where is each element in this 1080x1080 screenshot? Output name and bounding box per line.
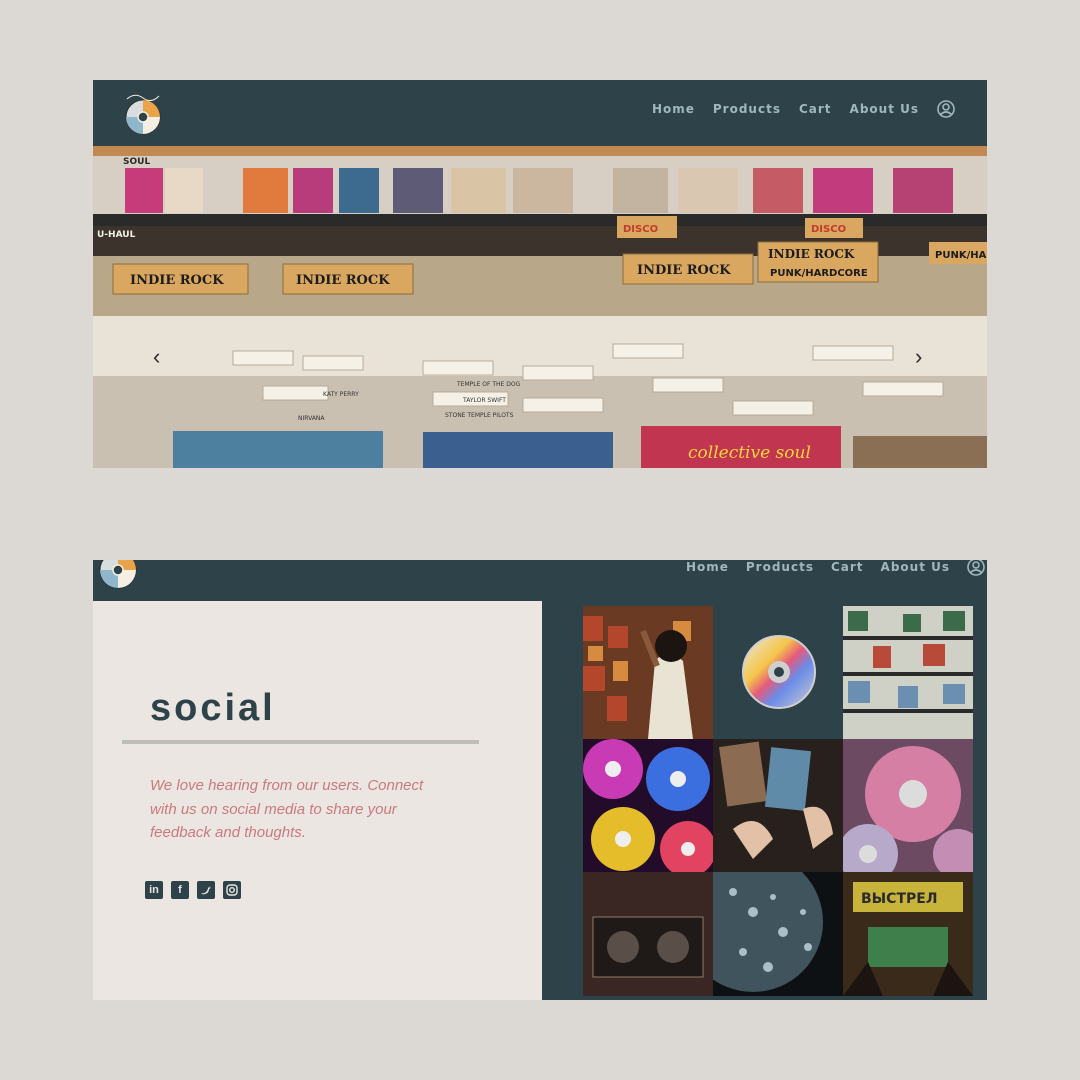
- gallery-tile-record-shelves[interactable]: [843, 606, 973, 739]
- sign-indie-rock-3: INDIE ROCK: [637, 263, 731, 278]
- title-divider: [122, 740, 479, 744]
- gallery-tile-cd-icon[interactable]: [713, 606, 843, 739]
- gallery-tile-hand-flipping-records[interactable]: [713, 739, 843, 872]
- nav-cart[interactable]: Cart: [831, 560, 864, 574]
- social-icons: in f: [145, 881, 241, 899]
- user-circle-icon[interactable]: [937, 100, 955, 118]
- social-page-preview: Home Products Cart About Us social We lo…: [93, 560, 987, 1000]
- facebook-icon[interactable]: f: [171, 881, 189, 899]
- sign-disco: DISCO: [623, 224, 658, 235]
- top-navigation: Home Products Cart About Us: [93, 80, 987, 146]
- record-store-bins-photo: INDIE ROCK INDIE ROCK INDIE ROCK INDIE R…: [93, 146, 987, 468]
- hero-image-record-store: INDIE ROCK INDIE ROCK INDIE ROCK INDIE R…: [93, 146, 987, 468]
- sign-indie-rock-4: INDIE ROCK: [768, 247, 855, 261]
- user-circle-icon[interactable]: [967, 560, 985, 576]
- gallery-tile-rainbow-cds[interactable]: [583, 739, 713, 872]
- nav-home[interactable]: Home: [686, 560, 729, 574]
- nav-about-us[interactable]: About Us: [850, 102, 919, 116]
- sign-u-haul: U-HAUL: [97, 230, 136, 240]
- gallery-tile-vintage-tape-deck[interactable]: [583, 872, 713, 996]
- sign-soul: SOUL: [123, 157, 150, 167]
- social-blurb: We love hearing from our users. Connect …: [150, 777, 424, 841]
- sign-punk-har: PUNK/HAR: [935, 250, 987, 261]
- album-collective-soul: collective soul: [688, 443, 811, 463]
- instagram-icon[interactable]: [223, 881, 241, 899]
- nav-products[interactable]: Products: [713, 102, 781, 116]
- gallery-tile-arcade-sign[interactable]: ВЫСТРЕЛ: [843, 872, 973, 996]
- gallery-tile-person-browsing-records[interactable]: [583, 606, 713, 739]
- chevron-right-icon[interactable]: ›: [915, 344, 922, 370]
- sign-indie-rock-2: INDIE ROCK: [296, 273, 390, 288]
- divider-stone-temple-pilots: STONE TEMPLE PILOTS: [445, 412, 514, 419]
- cd-icon: [742, 635, 816, 709]
- homepage-preview: Home Products Cart About Us INDIE ROCK I…: [93, 80, 987, 468]
- nav-products[interactable]: Products: [746, 560, 814, 574]
- sign-punk-hardcore: PUNK/HARDCORE: [770, 268, 868, 279]
- nav-cart[interactable]: Cart: [799, 102, 832, 116]
- gallery-tile-water-droplets-cd[interactable]: [713, 872, 843, 996]
- page-title: social: [150, 687, 276, 729]
- chevron-left-icon[interactable]: ‹: [153, 344, 160, 370]
- linkedin-icon[interactable]: in: [145, 881, 163, 899]
- divider-katy-perry: KATY PERRY: [323, 391, 359, 398]
- sign-disco-2: DISCO: [811, 224, 846, 235]
- nav-home[interactable]: Home: [652, 102, 695, 116]
- photo-gallery-grid: ВЫСТРЕЛ: [583, 606, 973, 996]
- sign-indie-rock: INDIE ROCK: [130, 273, 224, 288]
- cd-logo-icon[interactable]: [98, 560, 138, 592]
- divider-nirvana: NIRVANA: [298, 415, 325, 422]
- cd-logo-icon[interactable]: [121, 90, 165, 136]
- arcade-sign-text: ВЫСТРЕЛ: [861, 891, 937, 907]
- gallery-tile-pink-cds[interactable]: [843, 739, 973, 872]
- top-navigation-2: Home Products Cart About Us: [93, 560, 987, 600]
- divider-temple-of-the-dog: TEMPLE OF THE DOG: [456, 381, 521, 388]
- twitter-icon[interactable]: [197, 881, 215, 899]
- social-section: social We love hearing from our users. C…: [93, 601, 542, 1000]
- divider-taylor-swift: TAYLOR SWIFT: [462, 397, 506, 404]
- nav-about-us[interactable]: About Us: [881, 560, 950, 574]
